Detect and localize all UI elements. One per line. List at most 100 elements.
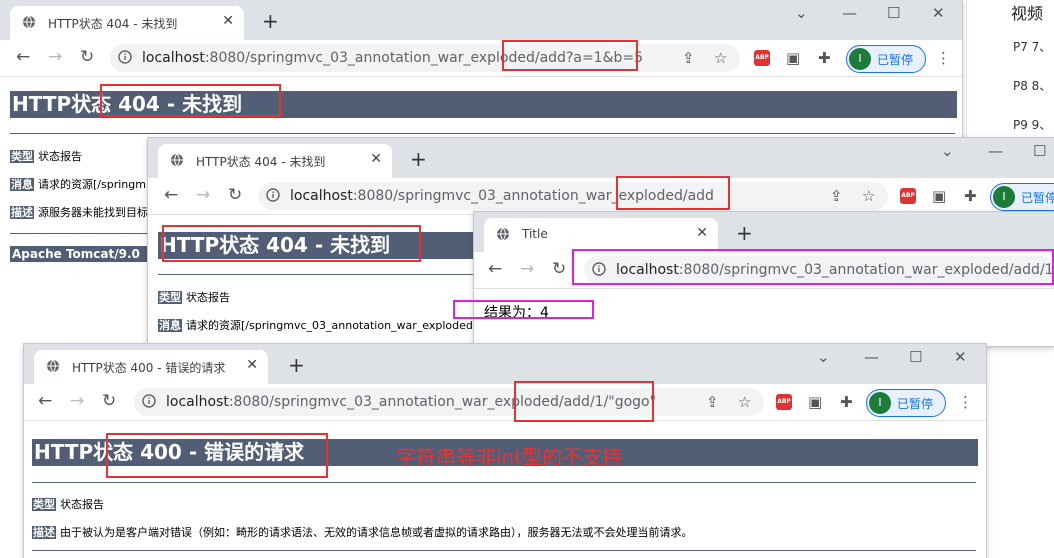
highlight-url-path [514,381,654,422]
new-tab-icon[interactable]: + [288,353,305,377]
close-tab-icon[interactable]: ✕ [246,357,258,373]
divider [32,482,976,483]
new-tab-icon[interactable]: + [262,9,279,33]
description-label: 描述 [10,206,34,219]
close-tab-icon[interactable]: ✕ [370,151,382,167]
maximize-icon[interactable]: ☐ [887,4,900,22]
chevron-down-icon[interactable]: ⌄ [795,4,808,22]
forward-icon[interactable]: → [196,185,210,205]
toolbar: ← → ↻ localhost:8080/springmvc_03_annota… [0,40,962,77]
browser-tab[interactable]: HTTP状态 400 - 错误的请求 ✕ [34,350,268,384]
info-icon[interactable] [118,50,132,64]
profile-button[interactable]: I 已暂停 [866,389,946,417]
right-panel-item[interactable]: P9 9、 [1013,116,1051,133]
profile-status: 已暂停 [897,397,934,411]
description-row: 描述 由于被认为是客户端对错误（例如：畸形的请求语法、无效的请求信息帧或者虚拟的请… [32,524,693,540]
close-window-icon[interactable]: ✕ [954,348,967,366]
highlight-url-query [502,40,638,71]
browser-tab[interactable]: HTTP状态 404 - 未找到 ✕ [158,144,392,178]
puzzle-icon[interactable]: ✚ [818,49,831,67]
minimize-icon[interactable]: — [864,348,879,366]
share-icon[interactable]: ⇪ [830,187,843,205]
forward-icon[interactable]: → [70,391,84,411]
profile-button[interactable]: I 已暂停 [846,45,926,73]
globe-icon [47,359,59,373]
back-icon[interactable]: ← [38,391,52,411]
profile-status: 已暂停 [877,53,914,67]
info-icon[interactable] [142,394,156,408]
close-tab-icon[interactable]: ✕ [222,13,234,29]
address-bar[interactable]: localhost:8080/springmvc_03_annotation_w… [258,182,888,210]
right-panel-item[interactable]: P7 7、 [1013,38,1051,55]
tab-title: Title [522,227,548,241]
bookmark-star-icon[interactable]: ☆ [738,393,751,411]
minimize-icon[interactable]: — [988,142,1003,160]
close-window-icon[interactable]: ✕ [932,4,945,22]
message-value: 请求的资源[/springm [38,178,146,191]
reload-icon[interactable]: ↻ [80,47,94,67]
type-row: 类型 状态报告 [158,289,230,305]
minimize-icon[interactable]: — [842,4,857,22]
right-panel-title: 视频 [1011,4,1044,23]
url-host: localhost [290,188,353,204]
globe-icon [497,227,509,241]
tab-strip: HTTP状态 400 - 错误的请求 ✕ + ⌄ — ☐ ✕ [24,344,986,384]
reload-icon[interactable]: ↻ [228,185,242,205]
maximize-icon[interactable]: ☐ [1033,142,1046,160]
message-label: 消息 [10,178,34,191]
highlight-heading [106,433,328,478]
globe-icon [171,153,183,167]
close-tab-icon[interactable]: ✕ [696,225,708,241]
forward-icon[interactable]: → [48,47,62,67]
highlight-heading [162,225,421,262]
reload-icon[interactable]: ↻ [102,391,116,411]
adblock-icon[interactable]: ABP [900,188,916,204]
tab-title: HTTP状态 400 - 错误的请求 [72,361,226,375]
right-panel-item[interactable]: P8 8、 [1013,77,1051,94]
extension-icon[interactable]: ▣ [786,49,800,67]
description-row: 描述 源服务器未能找到目标 [10,204,148,220]
highlight-url [572,249,1054,285]
tab-strip: HTTP状态 404 - 未找到 ✕ + ⌄ — ☐ ✕ [0,0,962,40]
profile-status: 已暂停 [1021,191,1054,205]
browser-tab[interactable]: HTTP状态 404 - 未找到 ✕ [10,6,244,40]
avatar: I [993,186,1015,208]
extension-icon[interactable]: ▣ [932,187,946,205]
reload-icon[interactable]: ↻ [552,259,566,279]
message-row: 消息 请求的资源[/springm [10,176,146,192]
bookmark-star-icon[interactable]: ☆ [714,49,727,67]
browser-tab[interactable]: Title ✕ [484,218,718,252]
address-bar[interactable]: localhost:8080/springmvc_03_annotation_w… [134,388,764,416]
adblock-icon[interactable]: ABP [776,394,792,410]
back-icon[interactable]: ← [16,47,30,67]
chevron-down-icon[interactable]: ⌄ [817,348,830,366]
avatar: I [869,392,891,414]
annotation-text: 字符串等非int型的不支持 [396,445,623,469]
divider [32,550,976,551]
share-icon[interactable]: ⇪ [682,49,695,67]
puzzle-icon[interactable]: ✚ [964,187,977,205]
extension-icon[interactable]: ▣ [808,393,822,411]
new-tab-icon[interactable]: + [736,221,753,245]
menu-icon[interactable]: ⋮ [936,49,951,67]
back-icon[interactable]: ← [488,259,502,279]
profile-button[interactable]: I 已暂停 [990,183,1054,211]
toolbar: ← → ↻ localhost:8080/springmvc_03_annota… [24,384,986,421]
share-icon[interactable]: ⇪ [706,393,719,411]
chevron-down-icon[interactable]: ⌄ [941,142,954,160]
type-row: 类型 状态报告 [32,496,104,512]
menu-icon[interactable]: ⋮ [958,393,973,411]
type-value: 状态报告 [38,150,82,163]
info-icon[interactable] [266,188,280,202]
puzzle-icon[interactable]: ✚ [840,393,853,411]
url-host: localhost [166,394,229,410]
maximize-icon[interactable]: ☐ [909,348,922,366]
back-icon[interactable]: ← [164,185,178,205]
type-row: 类型 状态报告 [10,148,82,164]
address-bar[interactable]: localhost:8080/springmvc_03_annotation_w… [110,44,740,72]
forward-icon[interactable]: → [520,259,534,279]
new-tab-icon[interactable]: + [410,147,427,171]
adblock-icon[interactable]: ABP [754,50,770,66]
bookmark-star-icon[interactable]: ☆ [862,187,875,205]
tab-title: HTTP状态 404 - 未找到 [48,17,178,31]
